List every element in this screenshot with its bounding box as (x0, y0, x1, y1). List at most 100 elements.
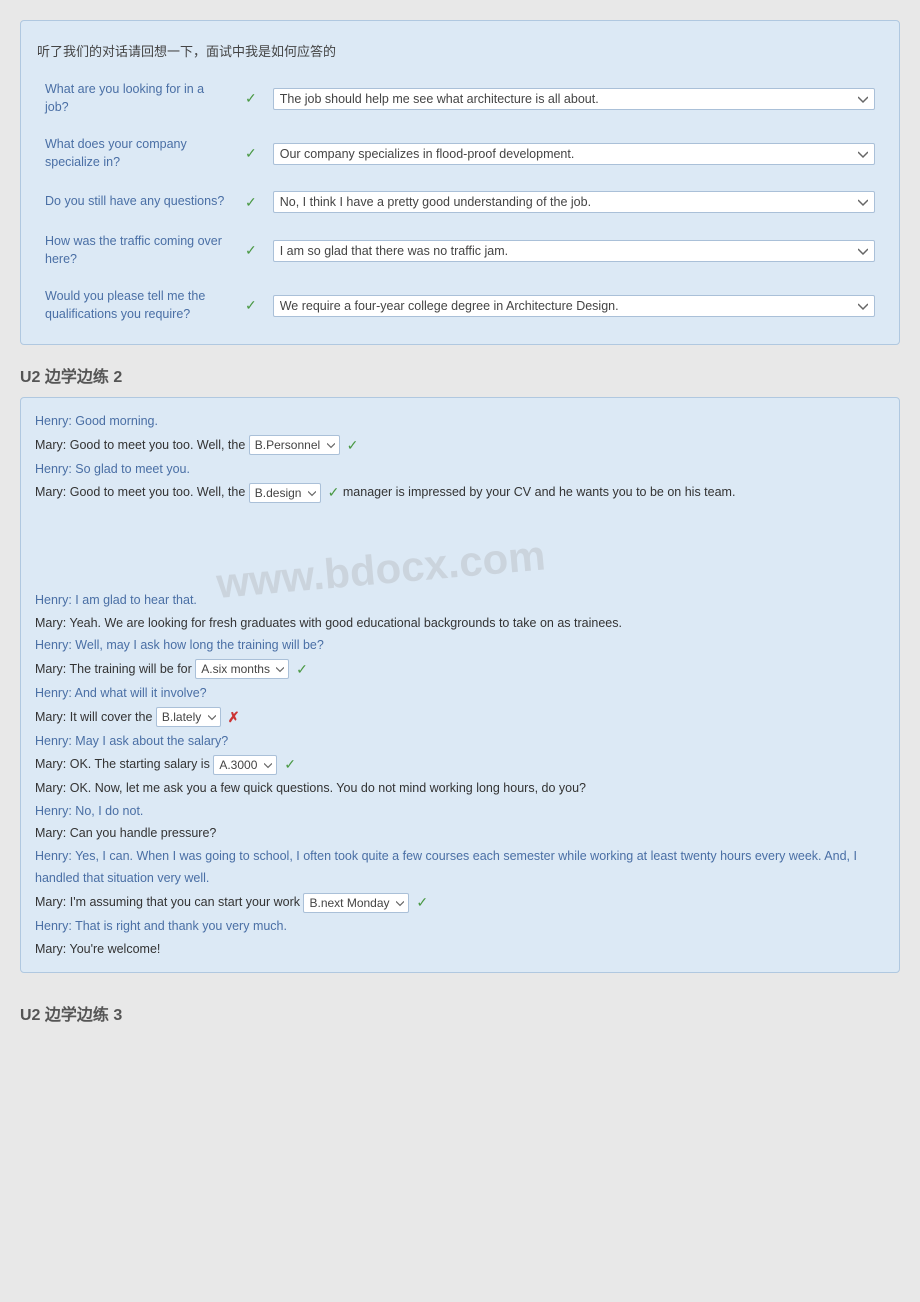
speaker-label: Mary: (35, 437, 70, 451)
dialog-line: Henry: And what will it involve? (35, 682, 885, 705)
exercise2-wrapper: Henry: Good morning.Mary: Good to meet y… (20, 397, 900, 991)
dialog-line: Mary: Can you handle pressure? (35, 822, 885, 845)
dialog-line: Mary: I'm assuming that you can start yo… (35, 890, 885, 915)
line-text: I am glad to hear that. (75, 593, 197, 607)
line-text: No, I do not. (75, 804, 143, 818)
table-row: Do you still have any questions?✓No, I t… (37, 186, 883, 218)
answer-cell[interactable]: I am so glad that there was no traffic j… (265, 228, 883, 273)
dialog-line: Henry: That is right and thank you very … (35, 915, 885, 938)
speaker-label: Henry: (35, 593, 75, 607)
line-text: OK. Now, let me ask you a few quick ques… (70, 781, 586, 795)
dialog-line: Mary: Good to meet you too. Well, the B.… (35, 433, 885, 458)
speaker-label: Mary: (35, 662, 70, 676)
dialog-line: Henry: Good morning. (35, 410, 885, 433)
dialog-line: Henry: So glad to meet you. (35, 458, 885, 481)
u2-header-2: U2 边学边练 3 (20, 1001, 900, 1025)
table-row: What does your company specialize in?✓ Ou… (37, 131, 883, 176)
speaker-label: Henry: (35, 414, 75, 428)
line-text: May I ask about the salary? (75, 734, 228, 748)
spacer-row (37, 176, 883, 186)
spacer-row (37, 121, 883, 131)
line-text: And what will it involve? (75, 686, 207, 700)
question-cell: How was the traffic coming over here? (37, 228, 237, 273)
check-icon: ✓ (412, 894, 428, 910)
line-text: That is right and thank you very much. (75, 919, 287, 933)
inline-select-s5[interactable]: A.3000 (213, 755, 277, 775)
speaker-label: Mary: (35, 826, 70, 840)
line-text: Yeah. We are looking for fresh graduates… (70, 616, 622, 630)
dialog-line: Mary: You're welcome! (35, 938, 885, 961)
speaker-label: Henry: (35, 849, 75, 863)
line-text: Can you handle pressure? (70, 826, 217, 840)
check-icon: ✓ (324, 484, 340, 500)
check-icon: ✓ (280, 756, 296, 772)
speaker-label: Mary: (35, 485, 70, 499)
dialog-line: Mary: It will cover the B.lately ✗ (35, 705, 885, 730)
check-cell: ✓ (237, 283, 265, 328)
after-text: manager is impressed by your CV and he w… (339, 485, 735, 499)
line-text: The training will be for (70, 662, 192, 676)
answer-cell[interactable]: We require a four-year college degree in… (265, 283, 883, 328)
question-cell: What are you looking for in a job? (37, 76, 237, 121)
speaker-label: Mary: (35, 757, 70, 771)
line-text: Yes, I can. When I was going to school, … (35, 849, 857, 886)
speaker-label: Henry: (35, 804, 75, 818)
answer-select-2[interactable]: No, I think I have a pretty good underst… (273, 191, 875, 213)
exercise1-table: What are you looking for in a job?✓The j… (37, 76, 883, 328)
answer-select-0[interactable]: The job should help me see what architec… (273, 88, 875, 110)
answer-select-3[interactable]: I am so glad that there was no traffic j… (273, 240, 875, 262)
table-row: How was the traffic coming over here?✓ I … (37, 228, 883, 273)
line-text: So glad to meet you. (75, 462, 190, 476)
dialog-line: Mary: The training will be for A.six mon… (35, 657, 885, 682)
dialog-line: Mary: Good to meet you too. Well, the B.… (35, 480, 885, 505)
question-cell: What does your company specialize in? (37, 131, 237, 176)
answer-cell[interactable]: The job should help me see what architec… (265, 76, 883, 121)
inline-select-s4[interactable]: B.lately (156, 707, 221, 727)
instruction-text: 听了我们的对话请回想一下，面试中我是如何应答的 (37, 37, 883, 64)
answer-cell[interactable]: No, I think I have a pretty good underst… (265, 186, 883, 218)
dialog-line: Mary: OK. Now, let me ask you a few quic… (35, 777, 885, 800)
speaker-label: Mary: (35, 895, 70, 909)
answer-select-4[interactable]: We require a four-year college degree in… (273, 295, 875, 317)
check-icon: ✓ (343, 437, 359, 453)
dialog-line: Henry: I am glad to hear that. (35, 589, 885, 612)
inline-select-s2[interactable]: B.design (249, 483, 321, 503)
line-text: Good morning. (75, 414, 158, 428)
answer-cell[interactable]: Our company specializes in flood-proof d… (265, 131, 883, 176)
inline-select-s1[interactable]: B.Personnel (249, 435, 340, 455)
check-icon: ✓ (292, 661, 308, 677)
line-text: OK. The starting salary is (70, 757, 210, 771)
line-text: It will cover the (70, 709, 153, 723)
line-text: I'm assuming that you can start your wor… (70, 895, 300, 909)
check-cell: ✓ (237, 186, 265, 218)
line-text: Good to meet you too. Well, the (70, 485, 246, 499)
check-cell: ✓ (237, 228, 265, 273)
speaker-label: Henry: (35, 638, 75, 652)
table-row: What are you looking for in a job?✓ The j… (37, 76, 883, 121)
speaker-label: Mary: (35, 781, 70, 795)
spacer-row (37, 218, 883, 228)
line-text: Well, may I ask how long the training wi… (75, 638, 324, 652)
inline-select-s6[interactable]: B.next Monday (303, 893, 409, 913)
u2-header-1: U2 边学边练 2 (20, 363, 900, 387)
speaker-label: Henry: (35, 686, 75, 700)
dialog-line: Henry: Yes, I can. When I was going to s… (35, 845, 885, 890)
exercise2-box: Henry: Good morning.Mary: Good to meet y… (20, 397, 900, 973)
check-cell: ✓ (237, 76, 265, 121)
inline-select-s3[interactable]: A.six months (195, 659, 289, 679)
spacer-row (37, 273, 883, 283)
speaker-label: Henry: (35, 919, 75, 933)
speaker-label: Henry: (35, 462, 75, 476)
question-cell: Would you please tell me the qualificati… (37, 283, 237, 328)
speaker-label: Mary: (35, 942, 70, 956)
speaker-label: Mary: (35, 709, 70, 723)
speaker-label: Henry: (35, 734, 75, 748)
check-cell: ✓ (237, 131, 265, 176)
dialog-line: Mary: Yeah. We are looking for fresh gra… (35, 612, 885, 635)
dialog-line: Henry: No, I do not. (35, 800, 885, 823)
cross-icon: ✗ (224, 709, 240, 725)
line-text: Good to meet you too. Well, the (70, 437, 246, 451)
line-text: You're welcome! (70, 942, 161, 956)
table-row: Would you please tell me the qualificati… (37, 283, 883, 328)
answer-select-1[interactable]: Our company specializes in flood-proof d… (273, 143, 875, 165)
